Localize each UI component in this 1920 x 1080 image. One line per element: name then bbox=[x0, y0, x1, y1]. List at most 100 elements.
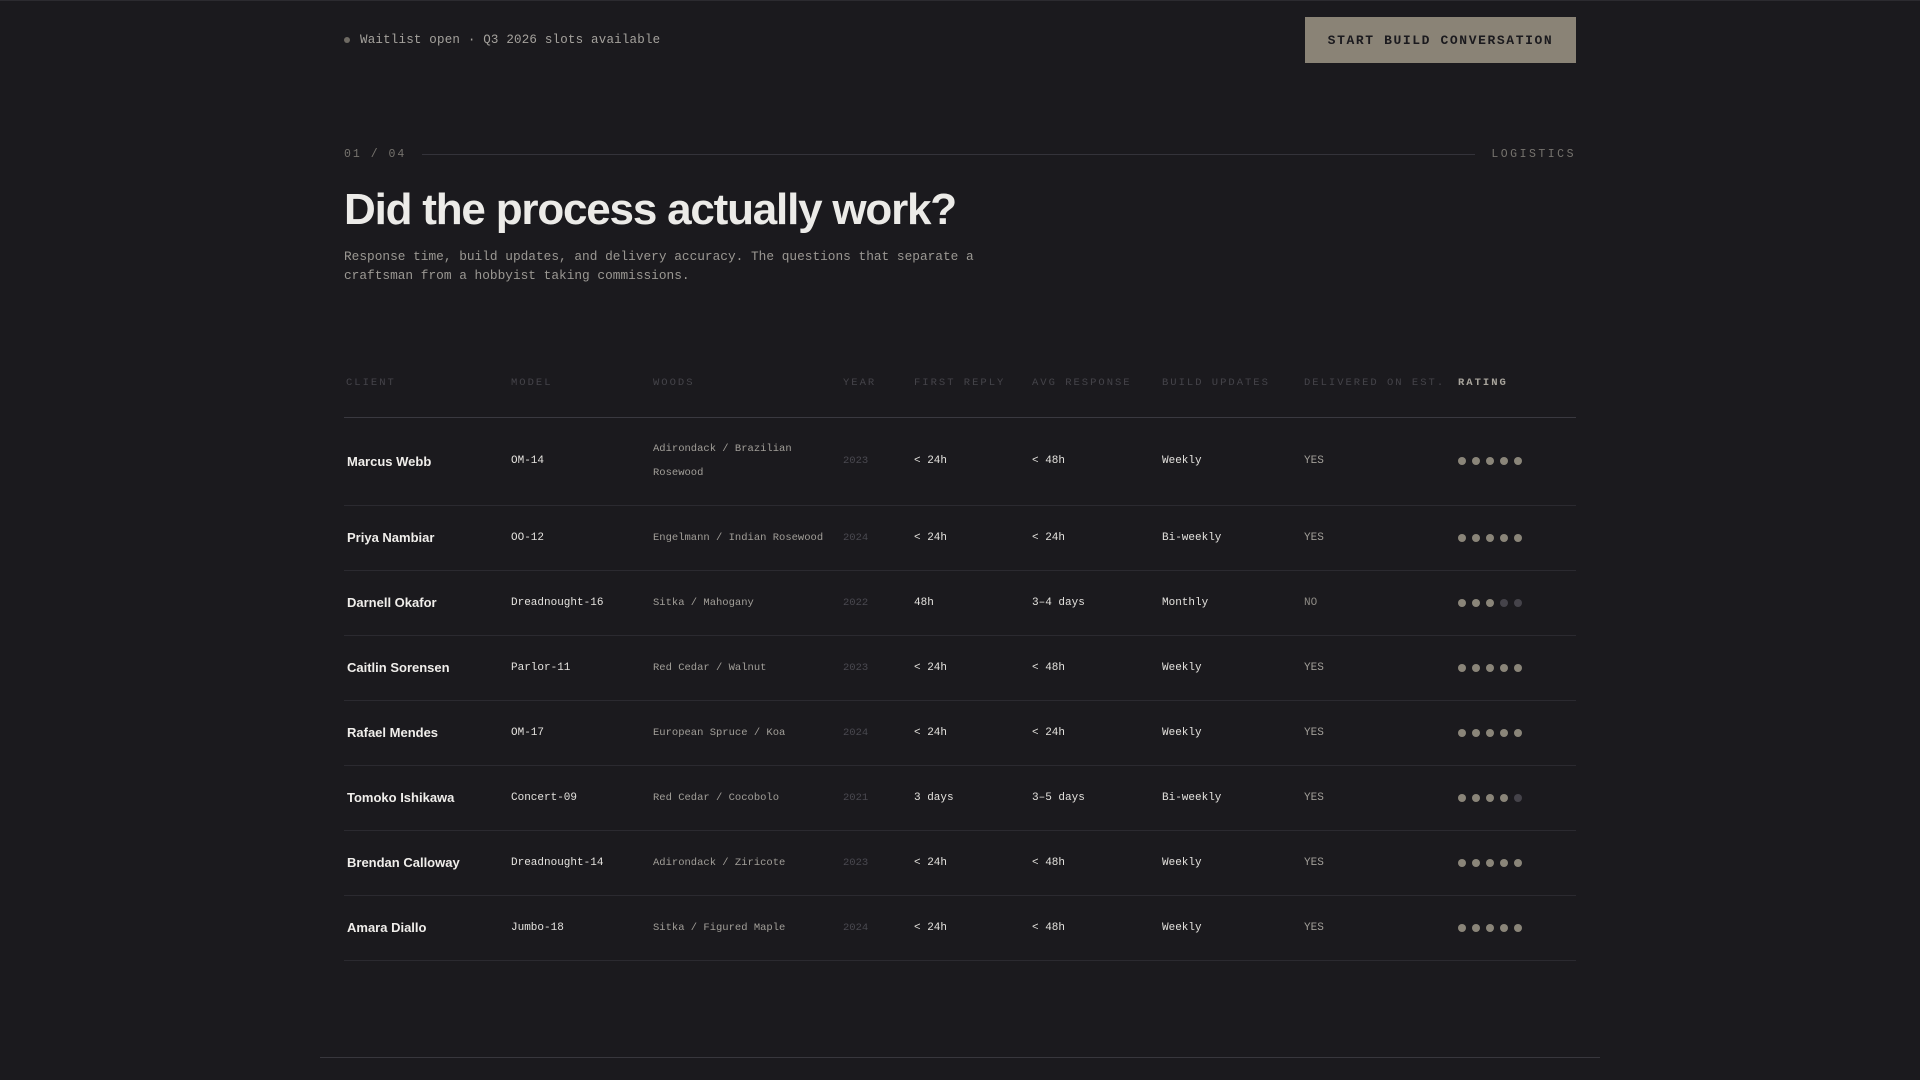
column-header-woods: WOODS bbox=[651, 349, 841, 418]
rating-dot-filled-icon bbox=[1500, 923, 1508, 932]
section-header: 01 / 04 LOGISTICS bbox=[344, 147, 1576, 161]
rating-dot-filled-icon bbox=[1472, 598, 1480, 607]
rating-dot-filled-icon bbox=[1472, 533, 1480, 542]
rating-dot-filled-icon bbox=[1472, 923, 1480, 932]
woods: Adirondack / Brazilian Rosewood bbox=[651, 417, 841, 506]
section-index: 01 / 04 bbox=[344, 147, 407, 161]
model-name: OO-12 bbox=[509, 505, 651, 571]
avg-response: < 48h bbox=[1030, 895, 1160, 961]
rating bbox=[1456, 700, 1576, 766]
year: 2024 bbox=[841, 505, 912, 571]
rating-dot-filled-icon bbox=[1458, 793, 1466, 802]
avg-response: < 48h bbox=[1030, 635, 1160, 701]
avg-response: < 24h bbox=[1030, 505, 1160, 571]
table-row: Tomoko Ishikawa Concert-09 Red Cedar / Coc… bbox=[344, 765, 1576, 831]
rating-dot-filled-icon bbox=[1458, 598, 1466, 607]
rating-dots bbox=[1458, 457, 1576, 465]
rating-dot-filled-icon bbox=[1514, 457, 1522, 465]
client-name: Rafael Mendes bbox=[344, 700, 509, 766]
table-row: Rafael Mendes OM-17 European Spruce / Koa 2… bbox=[344, 700, 1576, 766]
avg-response: 3–4 days bbox=[1030, 570, 1160, 636]
delivered-on-est: YES bbox=[1302, 765, 1456, 831]
table-row: Brendan Calloway Dreadnought-14 Adirondack… bbox=[344, 830, 1576, 896]
column-header-model: MODEL bbox=[509, 349, 651, 418]
build-updates: Weekly bbox=[1160, 635, 1302, 701]
delivered-on-est: YES bbox=[1302, 505, 1456, 571]
rating-dot-filled-icon bbox=[1486, 923, 1494, 932]
bottom-divider bbox=[320, 1057, 1600, 1058]
delivered-on-est: YES bbox=[1302, 635, 1456, 701]
year: 2022 bbox=[841, 570, 912, 636]
model-name: OM-14 bbox=[509, 417, 651, 506]
woods: Red Cedar / Walnut bbox=[651, 635, 841, 701]
model-name: Concert-09 bbox=[509, 765, 651, 831]
woods: Red Cedar / Cocobolo bbox=[651, 765, 841, 831]
rating-dots bbox=[1458, 728, 1576, 737]
rating bbox=[1456, 895, 1576, 961]
status-dot-icon bbox=[344, 37, 350, 43]
rating-dot-empty-icon bbox=[1514, 793, 1522, 802]
year: 2023 bbox=[841, 830, 912, 896]
model-name: Parlor-11 bbox=[509, 635, 651, 701]
model-name: Dreadnought-16 bbox=[509, 570, 651, 636]
start-build-conversation-button[interactable]: START BUILD CONVERSATION bbox=[1305, 17, 1576, 63]
page-title: Did the process actually work? bbox=[344, 185, 957, 234]
year: 2024 bbox=[841, 895, 912, 961]
rating-dot-filled-icon bbox=[1472, 663, 1480, 672]
table-row: Caitlin Sorensen Parlor-11 Red Cedar / Wal… bbox=[344, 635, 1576, 701]
woods: Adirondack / Ziricote bbox=[651, 830, 841, 896]
page-subtitle: Response time, build updates, and delive… bbox=[344, 249, 974, 283]
first-reply: 48h bbox=[912, 570, 1030, 636]
model-name: Dreadnought-14 bbox=[509, 830, 651, 896]
rating bbox=[1456, 635, 1576, 701]
section-category: LOGISTICS bbox=[1491, 147, 1576, 161]
rating-dot-filled-icon bbox=[1458, 923, 1466, 932]
client-logistics-table: CLIENT MODEL WOODS YEAR FIRST REPLY AVG … bbox=[344, 349, 1576, 961]
year: 2023 bbox=[841, 635, 912, 701]
client-name: Marcus Webb bbox=[344, 417, 509, 506]
status-text: Waitlist open · Q3 2026 slots available bbox=[360, 33, 661, 47]
rating-dot-filled-icon bbox=[1486, 533, 1494, 542]
rating-dot-filled-icon bbox=[1500, 728, 1508, 737]
model-name: Jumbo-18 bbox=[509, 895, 651, 961]
table-body: Marcus Webb OM-14 Adirondack / Brazilian R… bbox=[344, 417, 1576, 961]
woods: Engelmann / Indian Rosewood bbox=[651, 505, 841, 571]
client-name: Brendan Calloway bbox=[344, 830, 509, 896]
rating-dot-filled-icon bbox=[1500, 533, 1508, 542]
rating-dot-filled-icon bbox=[1486, 457, 1494, 465]
rating-dot-filled-icon bbox=[1486, 728, 1494, 737]
rating-dot-filled-icon bbox=[1500, 858, 1508, 867]
avg-response: < 48h bbox=[1030, 830, 1160, 896]
column-header-delivered: DELIVERED ON EST. bbox=[1302, 349, 1456, 418]
rating-dots bbox=[1458, 923, 1576, 932]
column-header-avg-response: AVG RESPONSE bbox=[1030, 349, 1160, 418]
rating-dots bbox=[1458, 533, 1576, 542]
client-name: Amara Diallo bbox=[344, 895, 509, 961]
first-reply: 3 days bbox=[912, 765, 1030, 831]
column-header-year: YEAR bbox=[841, 349, 912, 418]
rating-dots bbox=[1458, 598, 1576, 607]
rating-dot-filled-icon bbox=[1458, 663, 1466, 672]
delivered-on-est: NO bbox=[1302, 570, 1456, 636]
section-rule bbox=[422, 153, 1476, 155]
rating-dot-filled-icon bbox=[1514, 923, 1522, 932]
build-updates: Weekly bbox=[1160, 417, 1302, 506]
first-reply: < 24h bbox=[912, 830, 1030, 896]
build-updates: Weekly bbox=[1160, 700, 1302, 766]
rating-dot-filled-icon bbox=[1472, 858, 1480, 867]
rating-dot-filled-icon bbox=[1500, 457, 1508, 465]
rating-dot-empty-icon bbox=[1500, 598, 1508, 607]
avg-response: 3–5 days bbox=[1030, 765, 1160, 831]
rating-dot-filled-icon bbox=[1486, 598, 1494, 607]
rating bbox=[1456, 765, 1576, 831]
build-updates: Weekly bbox=[1160, 895, 1302, 961]
first-reply: < 24h bbox=[912, 505, 1030, 571]
year: 2023 bbox=[841, 417, 912, 506]
rating-dots bbox=[1458, 663, 1576, 672]
model-name: OM-17 bbox=[509, 700, 651, 766]
first-reply: < 24h bbox=[912, 700, 1030, 766]
first-reply: < 24h bbox=[912, 417, 1030, 506]
woods: European Spruce / Koa bbox=[651, 700, 841, 766]
first-reply: < 24h bbox=[912, 635, 1030, 701]
build-updates: Bi-weekly bbox=[1160, 765, 1302, 831]
